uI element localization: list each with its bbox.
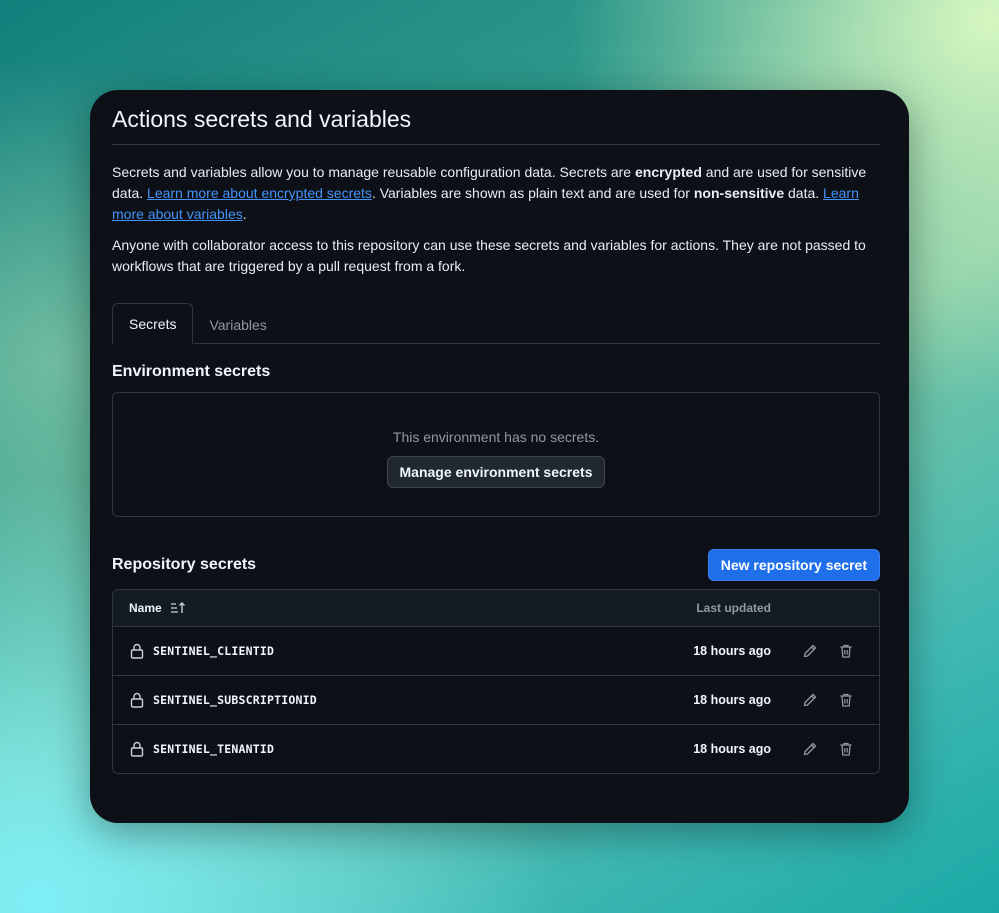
- tab-variables[interactable]: Variables: [193, 305, 282, 343]
- table-header: Name Last updated: [113, 590, 879, 627]
- learn-more-secrets-link[interactable]: Learn more about encrypted secrets: [147, 185, 372, 201]
- tab-bar: Secrets Variables: [112, 303, 880, 344]
- card-content: Actions secrets and variables Secrets an…: [112, 90, 880, 774]
- manage-environment-secrets-button[interactable]: Manage environment secrets: [386, 456, 606, 488]
- repository-secrets-header: Repository secrets New repository secret: [112, 549, 880, 581]
- lock-icon: [130, 741, 144, 757]
- intro-bold-non-sensitive: non-sensitive: [693, 185, 785, 201]
- name-column-label: Name: [129, 601, 162, 615]
- trash-icon[interactable]: [837, 691, 855, 709]
- page-title: Actions secrets and variables: [112, 90, 880, 145]
- secrets-card: Actions secrets and variables Secrets an…: [90, 90, 909, 823]
- collaborator-notice: Anyone with collaborator access to this …: [112, 237, 866, 274]
- secret-updated: 18 hours ago: [693, 644, 771, 658]
- secret-name-cell: SENTINEL_CLIENTID: [113, 643, 631, 659]
- repository-secrets-heading: Repository secrets: [112, 556, 257, 573]
- table-row: SENTINEL_CLIENTID 18 hours ago: [113, 627, 879, 676]
- secret-updated: 18 hours ago: [693, 693, 771, 707]
- last-updated-column-header: Last updated: [696, 601, 771, 615]
- name-column-header[interactable]: Name: [113, 601, 663, 615]
- table-row: SENTINEL_SUBSCRIPTIONID 18 hours ago: [113, 676, 879, 725]
- pencil-icon[interactable]: [801, 642, 819, 660]
- table-row: SENTINEL_TENANTID 18 hours ago: [113, 725, 879, 773]
- environment-secrets-heading: Environment secrets: [112, 363, 271, 380]
- secret-name: SENTINEL_CLIENTID: [153, 644, 275, 658]
- secret-updated: 18 hours ago: [693, 742, 771, 756]
- secret-name-cell: SENTINEL_TENANTID: [113, 741, 631, 757]
- row-actions: [771, 740, 879, 758]
- secret-name: SENTINEL_SUBSCRIPTIONID: [153, 693, 317, 707]
- intro-part: data.: [784, 185, 824, 201]
- lock-icon: [130, 692, 144, 708]
- tab-secrets[interactable]: Secrets: [112, 303, 194, 344]
- intro-part: . Variables are shown as plain text and …: [371, 185, 694, 201]
- trash-icon[interactable]: [837, 740, 855, 758]
- row-actions: [771, 642, 879, 660]
- intro-part: .: [242, 206, 247, 222]
- sort-ascending-icon[interactable]: [170, 601, 186, 615]
- new-repository-secret-button[interactable]: New repository secret: [707, 549, 880, 581]
- lock-icon: [130, 643, 144, 659]
- secret-name-cell: SENTINEL_SUBSCRIPTIONID: [113, 692, 631, 708]
- environment-empty-text: This environment has no secrets.: [392, 429, 600, 445]
- row-actions: [771, 691, 879, 709]
- pencil-icon[interactable]: [801, 691, 819, 709]
- intro-part: Secrets and variables allow you to manag…: [112, 164, 635, 180]
- intro-text: Secrets and variables allow you to manag…: [112, 162, 880, 225]
- environment-secrets-box: This environment has no secrets. Manage …: [112, 392, 880, 517]
- trash-icon[interactable]: [837, 642, 855, 660]
- secret-name: SENTINEL_TENANTID: [153, 742, 275, 756]
- repository-secrets-table: Name Last updated SENTINEL_CLIENTID 18 h…: [112, 589, 880, 774]
- pencil-icon[interactable]: [801, 740, 819, 758]
- intro-bold-encrypted: encrypted: [634, 164, 702, 180]
